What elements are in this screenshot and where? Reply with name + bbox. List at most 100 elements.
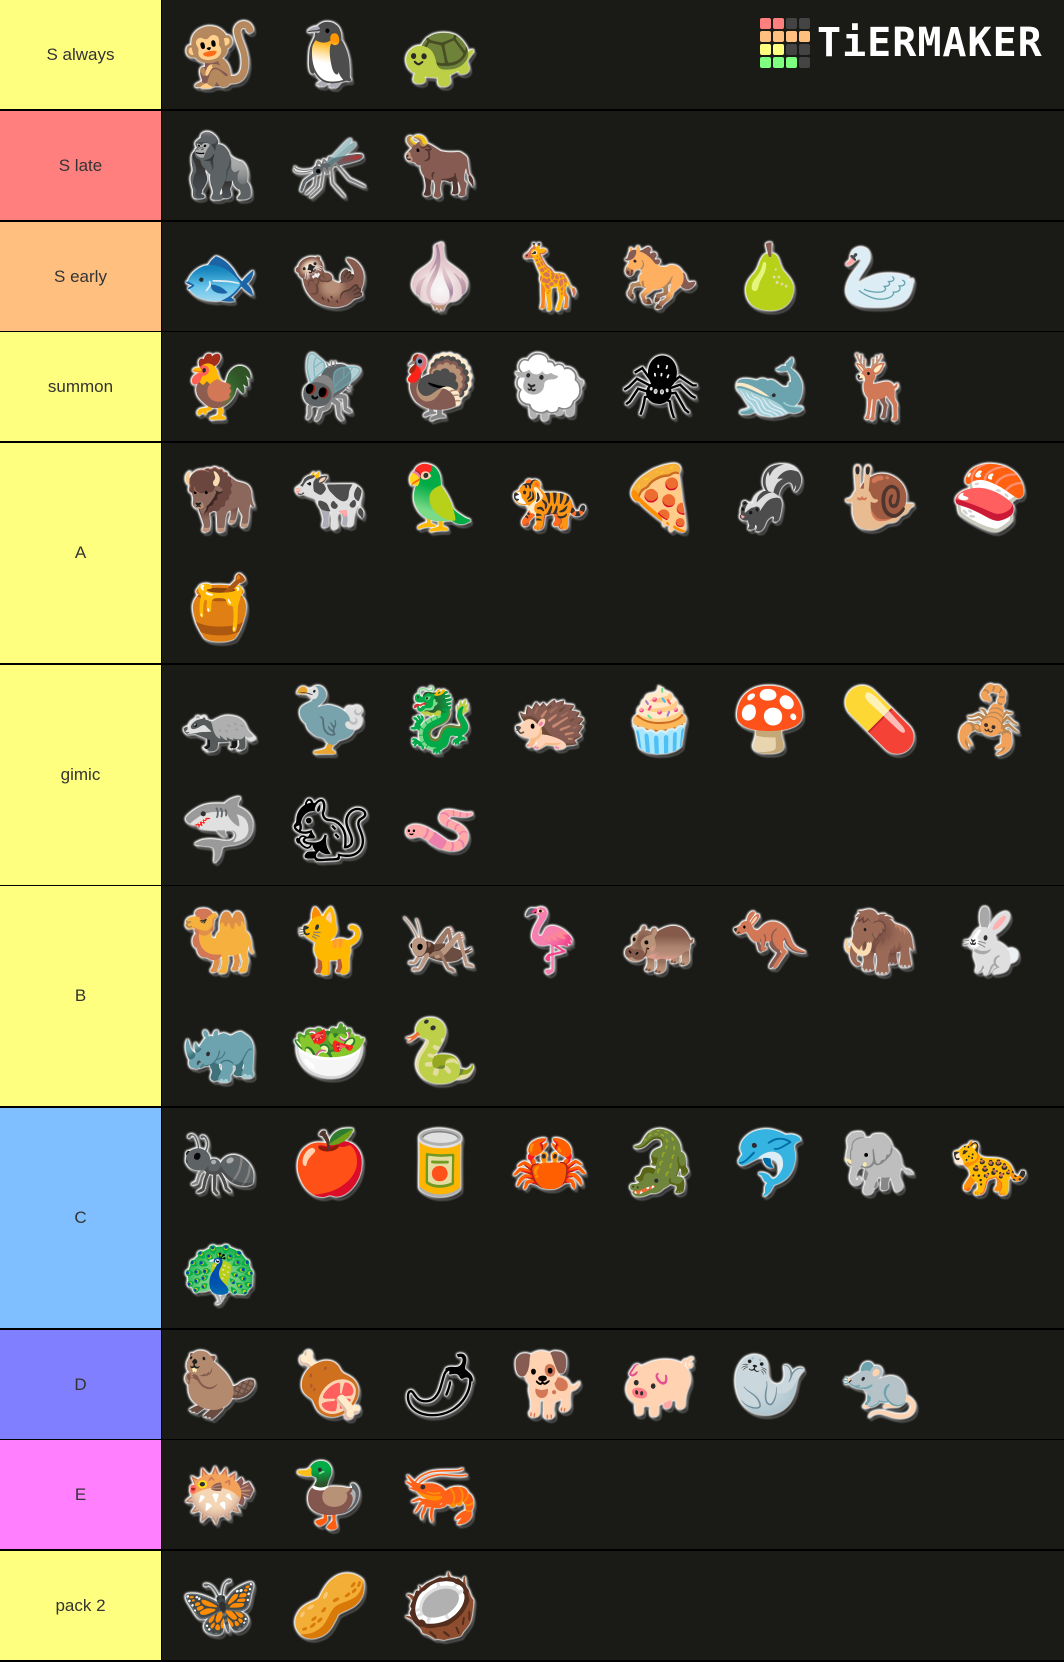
tier-item-dodo[interactable]: 🦤	[275, 665, 385, 775]
giraffe-icon: 🦒	[511, 240, 589, 313]
tier-item-mammoth[interactable]: 🦣	[825, 886, 935, 996]
tier-item-snail[interactable]: 🐌	[825, 443, 935, 553]
tier-item-cow[interactable]: 🐄	[275, 443, 385, 553]
tier-label[interactable]: S early	[0, 222, 161, 331]
tier-item-crocodile[interactable]: 🐊	[605, 1108, 715, 1218]
tier-item-turtle[interactable]: 🐢	[385, 0, 495, 110]
tier-item-hedgehog[interactable]: 🦔	[495, 665, 605, 775]
fly-icon: 🪰	[291, 350, 369, 423]
tier-label[interactable]: A	[0, 443, 161, 663]
tier-item-skunk[interactable]: 🦨	[715, 443, 825, 553]
tier-item-coconut[interactable]: 🥥	[385, 1551, 495, 1661]
tier-items-dropzone[interactable]: 🦫 🍖 🌶 🐕 🐖 🦭 🐀	[162, 1330, 1064, 1439]
tier-item-horse[interactable]: 🐎	[605, 222, 715, 332]
tier-item-cupcake[interactable]: 🧁	[605, 665, 715, 775]
tier-item-cricket[interactable]: 🦗	[385, 886, 495, 996]
tier-item-pill[interactable]: 💊	[825, 665, 935, 775]
tier-label[interactable]: S always	[0, 0, 161, 109]
tier-item-bison[interactable]: 🦬	[165, 443, 275, 553]
tier-item-chili[interactable]: 🌶	[385, 1330, 495, 1440]
tier-item-parrot[interactable]: 🦜	[385, 443, 495, 553]
tier-label[interactable]: pack 2	[0, 1551, 161, 1660]
tier-label[interactable]: B	[0, 886, 161, 1106]
tier-row: C 🐜 🍎 🥫 🦀 🐊 🐬 🐘 🐆 🦚	[0, 1108, 1064, 1328]
tier-item-ox[interactable]: 🐂	[385, 111, 495, 221]
tier-item-fish[interactable]: 🐟	[165, 222, 275, 332]
tier-label[interactable]: gimic	[0, 665, 161, 885]
tier-item-meat[interactable]: 🍖	[275, 1330, 385, 1440]
elephant-icon: 🐘	[841, 1126, 919, 1199]
tier-item-dog[interactable]: 🐕	[495, 1330, 605, 1440]
tier-item-snake[interactable]: 🐍	[385, 996, 495, 1106]
tier-item-blowfish[interactable]: 🐡	[165, 1440, 275, 1550]
tier-item-hippo[interactable]: 🦛	[605, 886, 715, 996]
tier-item-leopard[interactable]: 🐆	[935, 1108, 1045, 1218]
tier-item-otter[interactable]: 🦦	[275, 222, 385, 332]
tier-label[interactable]: S late	[0, 111, 161, 220]
tier-label[interactable]: E	[0, 1440, 161, 1549]
tier-items-dropzone[interactable]: 🐫 🐈 🦗 🦩 🦛 🦘 🦣 🐇 🦏 🥗 🐍	[162, 886, 1064, 1106]
tier-item-giraffe[interactable]: 🦒	[495, 222, 605, 332]
leopard-icon: 🐆	[951, 1126, 1029, 1199]
tier-item-seal[interactable]: 🦭	[715, 1330, 825, 1440]
logo-grid-cell	[760, 31, 771, 42]
tier-item-duck[interactable]: 🦆	[275, 1440, 385, 1550]
tier-item-monkey[interactable]: 🐒	[165, 0, 275, 110]
tier-item-whale[interactable]: 🐋	[715, 332, 825, 442]
tier-item-gorilla[interactable]: 🦍	[165, 111, 275, 221]
tier-item-camel[interactable]: 🐫	[165, 886, 275, 996]
tier-item-apple[interactable]: 🍎	[275, 1108, 385, 1218]
tier-item-garlic[interactable]: 🧄	[385, 222, 495, 332]
tier-item-mushroom[interactable]: 🍄	[715, 665, 825, 775]
tier-item-dolphin[interactable]: 🐬	[715, 1108, 825, 1218]
tier-item-rooster[interactable]: 🐓	[165, 332, 275, 442]
tier-items-dropzone[interactable]: 🐜 🍎 🥫 🦀 🐊 🐬 🐘 🐆 🦚	[162, 1108, 1064, 1328]
tier-item-beaver[interactable]: 🦫	[165, 1330, 275, 1440]
tier-item-pear[interactable]: 🍐	[715, 222, 825, 332]
tier-item-butterfly[interactable]: 🦋	[165, 1551, 275, 1661]
tier-item-worm[interactable]: 🪱	[385, 775, 495, 885]
tier-item-fly[interactable]: 🪰	[275, 332, 385, 442]
tier-items-dropzone[interactable]: 🦬 🐄 🦜 🐅 🍕 🦨 🐌 🍣 🍯	[162, 443, 1064, 663]
tier-item-peanut[interactable]: 🥜	[275, 1551, 385, 1661]
tier-item-shrimp[interactable]: 🦐	[385, 1440, 495, 1550]
tier-label[interactable]: D	[0, 1330, 161, 1439]
tier-item-rat[interactable]: 🐀	[825, 1330, 935, 1440]
tier-item-pizza[interactable]: 🍕	[605, 443, 715, 553]
tier-label[interactable]: summon	[0, 332, 161, 441]
tier-item-sheep[interactable]: 🐑	[495, 332, 605, 442]
tier-item-penguin[interactable]: 🐧	[275, 0, 385, 110]
tier-item-pig[interactable]: 🐖	[605, 1330, 715, 1440]
tier-item-peacock[interactable]: 🦚	[165, 1218, 275, 1328]
tier-item-shark[interactable]: 🦈	[165, 775, 275, 885]
tier-item-chipmunk[interactable]: 🐿	[275, 775, 385, 885]
tier-items-dropzone[interactable]: 🦍 🦟 🐂	[162, 111, 1064, 220]
tier-item-ant[interactable]: 🐜	[165, 1108, 275, 1218]
tier-item-dragon[interactable]: 🐉	[385, 665, 495, 775]
tier-items-dropzone[interactable]: 🐡 🦆 🦐	[162, 1440, 1064, 1549]
tier-item-turkey[interactable]: 🦃	[385, 332, 495, 442]
tier-items-dropzone[interactable]: 🦋 🥜 🥥	[162, 1551, 1064, 1660]
tier-item-crab[interactable]: 🦀	[495, 1108, 605, 1218]
tier-item-canned-food[interactable]: 🥫	[385, 1108, 495, 1218]
tier-items-dropzone[interactable]: 🐟 🦦 🧄 🦒 🐎 🍐 🦢	[162, 222, 1064, 331]
tier-label[interactable]: C	[0, 1108, 161, 1328]
tier-item-cat[interactable]: 🐈	[275, 886, 385, 996]
tier-item-tiger[interactable]: 🐅	[495, 443, 605, 553]
tier-item-kangaroo[interactable]: 🦘	[715, 886, 825, 996]
tier-item-mosquito[interactable]: 🦟	[275, 111, 385, 221]
tier-item-salad[interactable]: 🥗	[275, 996, 385, 1106]
tier-item-rabbit[interactable]: 🐇	[935, 886, 1045, 996]
tier-item-elephant[interactable]: 🐘	[825, 1108, 935, 1218]
tier-item-flamingo[interactable]: 🦩	[495, 886, 605, 996]
tier-item-spider[interactable]: 🕷	[605, 332, 715, 442]
tier-item-sushi[interactable]: 🍣	[935, 443, 1045, 553]
tier-item-honey[interactable]: 🍯	[165, 553, 275, 663]
tier-item-rhino[interactable]: 🦏	[165, 996, 275, 1106]
tier-items-dropzone[interactable]: 🦡 🦤 🐉 🦔 🧁 🍄 💊 🦂 🦈 🐿 🪱	[162, 665, 1064, 885]
tier-item-scorpion[interactable]: 🦂	[935, 665, 1045, 775]
tier-item-swan[interactable]: 🦢	[825, 222, 935, 332]
tier-items-dropzone[interactable]: 🐓 🪰 🦃 🐑 🕷 🐋 🦌	[162, 332, 1064, 441]
tier-item-badger[interactable]: 🦡	[165, 665, 275, 775]
tier-item-deer[interactable]: 🦌	[825, 332, 935, 442]
